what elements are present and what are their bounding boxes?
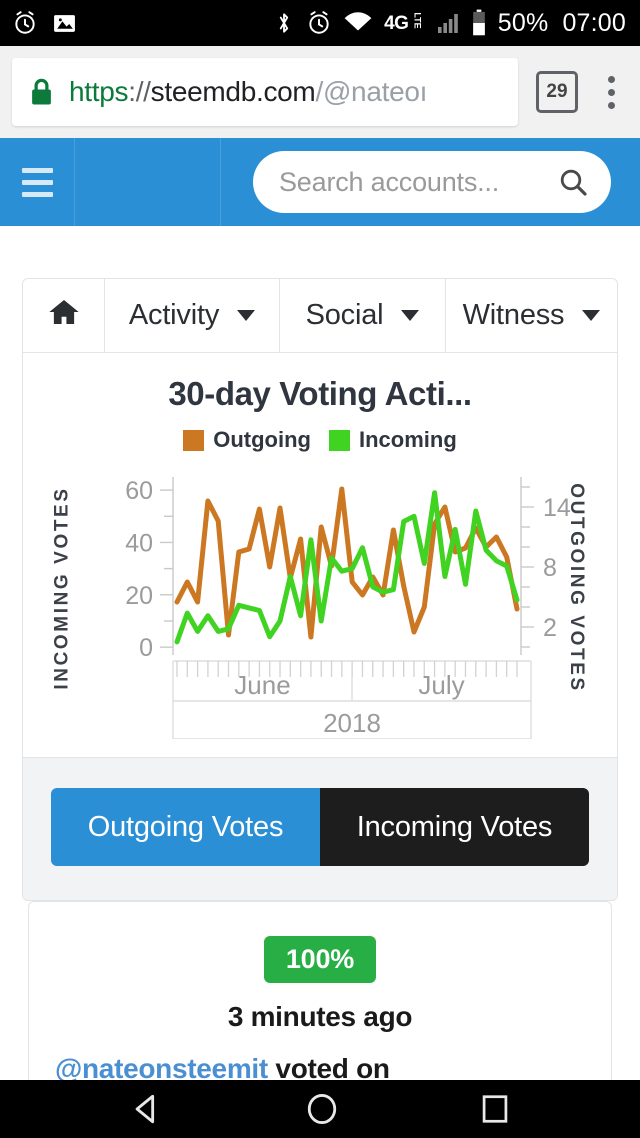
legend-item-outgoing[interactable]: Outgoing (183, 427, 311, 453)
legend-label-incoming: Incoming (358, 427, 457, 452)
bluetooth-icon (273, 10, 295, 36)
legend-swatch-outgoing (183, 429, 205, 451)
search-input[interactable]: Search accounts... (253, 151, 611, 213)
alarm-clock-icon (306, 10, 332, 36)
vote-direction-toggle: Outgoing Votes Incoming Votes (51, 788, 589, 866)
browser-toolbar: https://steemdb.com/@nateoı 29 (0, 46, 640, 138)
chart-svg: 02040602814June July2018 (125, 477, 571, 753)
svg-text:July: July (418, 670, 464, 700)
home-icon (48, 297, 80, 335)
legend-swatch-incoming (328, 429, 350, 451)
battery-percent-label: 50% (497, 8, 549, 37)
tab-witness-label: Witness (462, 299, 565, 331)
battery-icon (471, 9, 487, 37)
outgoing-votes-button[interactable]: Outgoing Votes (51, 788, 320, 866)
hamburger-icon[interactable] (0, 138, 74, 226)
svg-text:2018: 2018 (323, 708, 381, 738)
search-icon[interactable] (557, 166, 589, 198)
chart-legend: Outgoing Incoming (23, 427, 617, 453)
address-bar[interactable]: https://steemdb.com/@nateoı (12, 58, 518, 126)
url-scheme: https (69, 76, 129, 107)
network-lte-label: LTE (413, 11, 424, 29)
section-tabs: Activity Social Witness (23, 279, 617, 353)
chevron-down-icon (582, 310, 601, 321)
tab-counter-button[interactable]: 29 (536, 71, 578, 113)
svg-text:8: 8 (543, 554, 557, 582)
navbar-spacer (75, 138, 221, 226)
photo-icon (52, 11, 77, 36)
status-bar-left (12, 10, 77, 36)
y-axis-left-title: INCOMING VOTES (51, 486, 73, 690)
network-type-indicator: 4G LTE (384, 11, 425, 34)
status-bar: 4G LTE 50% 07:00 (0, 0, 640, 46)
alarm-clock-icon (12, 10, 38, 36)
app-navbar: Search accounts... (0, 138, 640, 226)
chevron-down-icon (401, 310, 420, 321)
url-slash: / (315, 76, 323, 107)
recents-square-icon[interactable] (480, 1092, 510, 1126)
tab-activity[interactable]: Activity (105, 279, 280, 352)
android-navigation-bar (0, 1080, 640, 1138)
incoming-votes-button[interactable]: Incoming Votes (320, 788, 589, 866)
tab-witness[interactable]: Witness (446, 279, 617, 352)
svg-text:40: 40 (125, 529, 153, 557)
svg-text:60: 60 (125, 477, 153, 505)
chevron-down-icon (237, 310, 256, 321)
page-content: Activity Social Witness 30-day Voting Ac… (0, 278, 640, 1096)
search-placeholder: Search accounts... (279, 166, 500, 197)
kebab-menu-icon[interactable] (594, 70, 628, 114)
svg-text:20: 20 (125, 582, 153, 610)
url-separator: :// (128, 76, 151, 107)
legend-label-outgoing: Outgoing (213, 427, 311, 452)
back-triangle-icon[interactable] (130, 1092, 164, 1126)
signal-bars-icon (436, 11, 460, 35)
legend-item-incoming[interactable]: Incoming (328, 427, 457, 453)
status-bar-right: 4G LTE 50% 07:00 (273, 9, 626, 38)
clock-label: 07:00 (562, 8, 626, 37)
url-path: @nateoı (322, 76, 428, 107)
chart-title: 30-day Voting Acti... (168, 375, 472, 412)
chart-plot-area: INCOMING VOTES OUTGOING VOTES 0 20 40 60 2 8 1… (23, 467, 617, 753)
url-text: https://steemdb.com/@nateoı (69, 76, 427, 108)
network-generation-label: 4G (384, 12, 409, 34)
y-axis-right-title: OUTGOING VOTES (566, 483, 588, 693)
tab-social[interactable]: Social (280, 279, 446, 352)
voting-activity-chart: 30-day Voting Acti... Outgoing Incoming … (23, 353, 617, 757)
tab-activity-label: Activity (128, 299, 220, 331)
vote-timestamp: 3 minutes ago (227, 1001, 413, 1032)
wifi-icon (343, 11, 373, 35)
tab-home[interactable] (23, 279, 105, 352)
svg-text:0: 0 (139, 634, 153, 662)
home-circle-icon[interactable] (305, 1092, 339, 1126)
url-host: steemdb.com (150, 76, 316, 107)
chart-card-footer: Outgoing Votes Incoming Votes (23, 757, 617, 900)
lock-icon (28, 77, 55, 107)
svg-text:2: 2 (543, 614, 557, 642)
svg-text:June: June (234, 670, 290, 700)
vote-percent-badge: 100% (263, 936, 377, 983)
vote-item-card: 100% 3 minutes ago @nateonsteemit voted … (28, 901, 612, 1096)
phone-screen: 4G LTE 50% 07:00 https://steemdb.com/@na… (0, 0, 640, 1138)
chart-card: Activity Social Witness 30-day Voting Ac… (22, 278, 618, 901)
tab-social-label: Social (305, 299, 384, 331)
